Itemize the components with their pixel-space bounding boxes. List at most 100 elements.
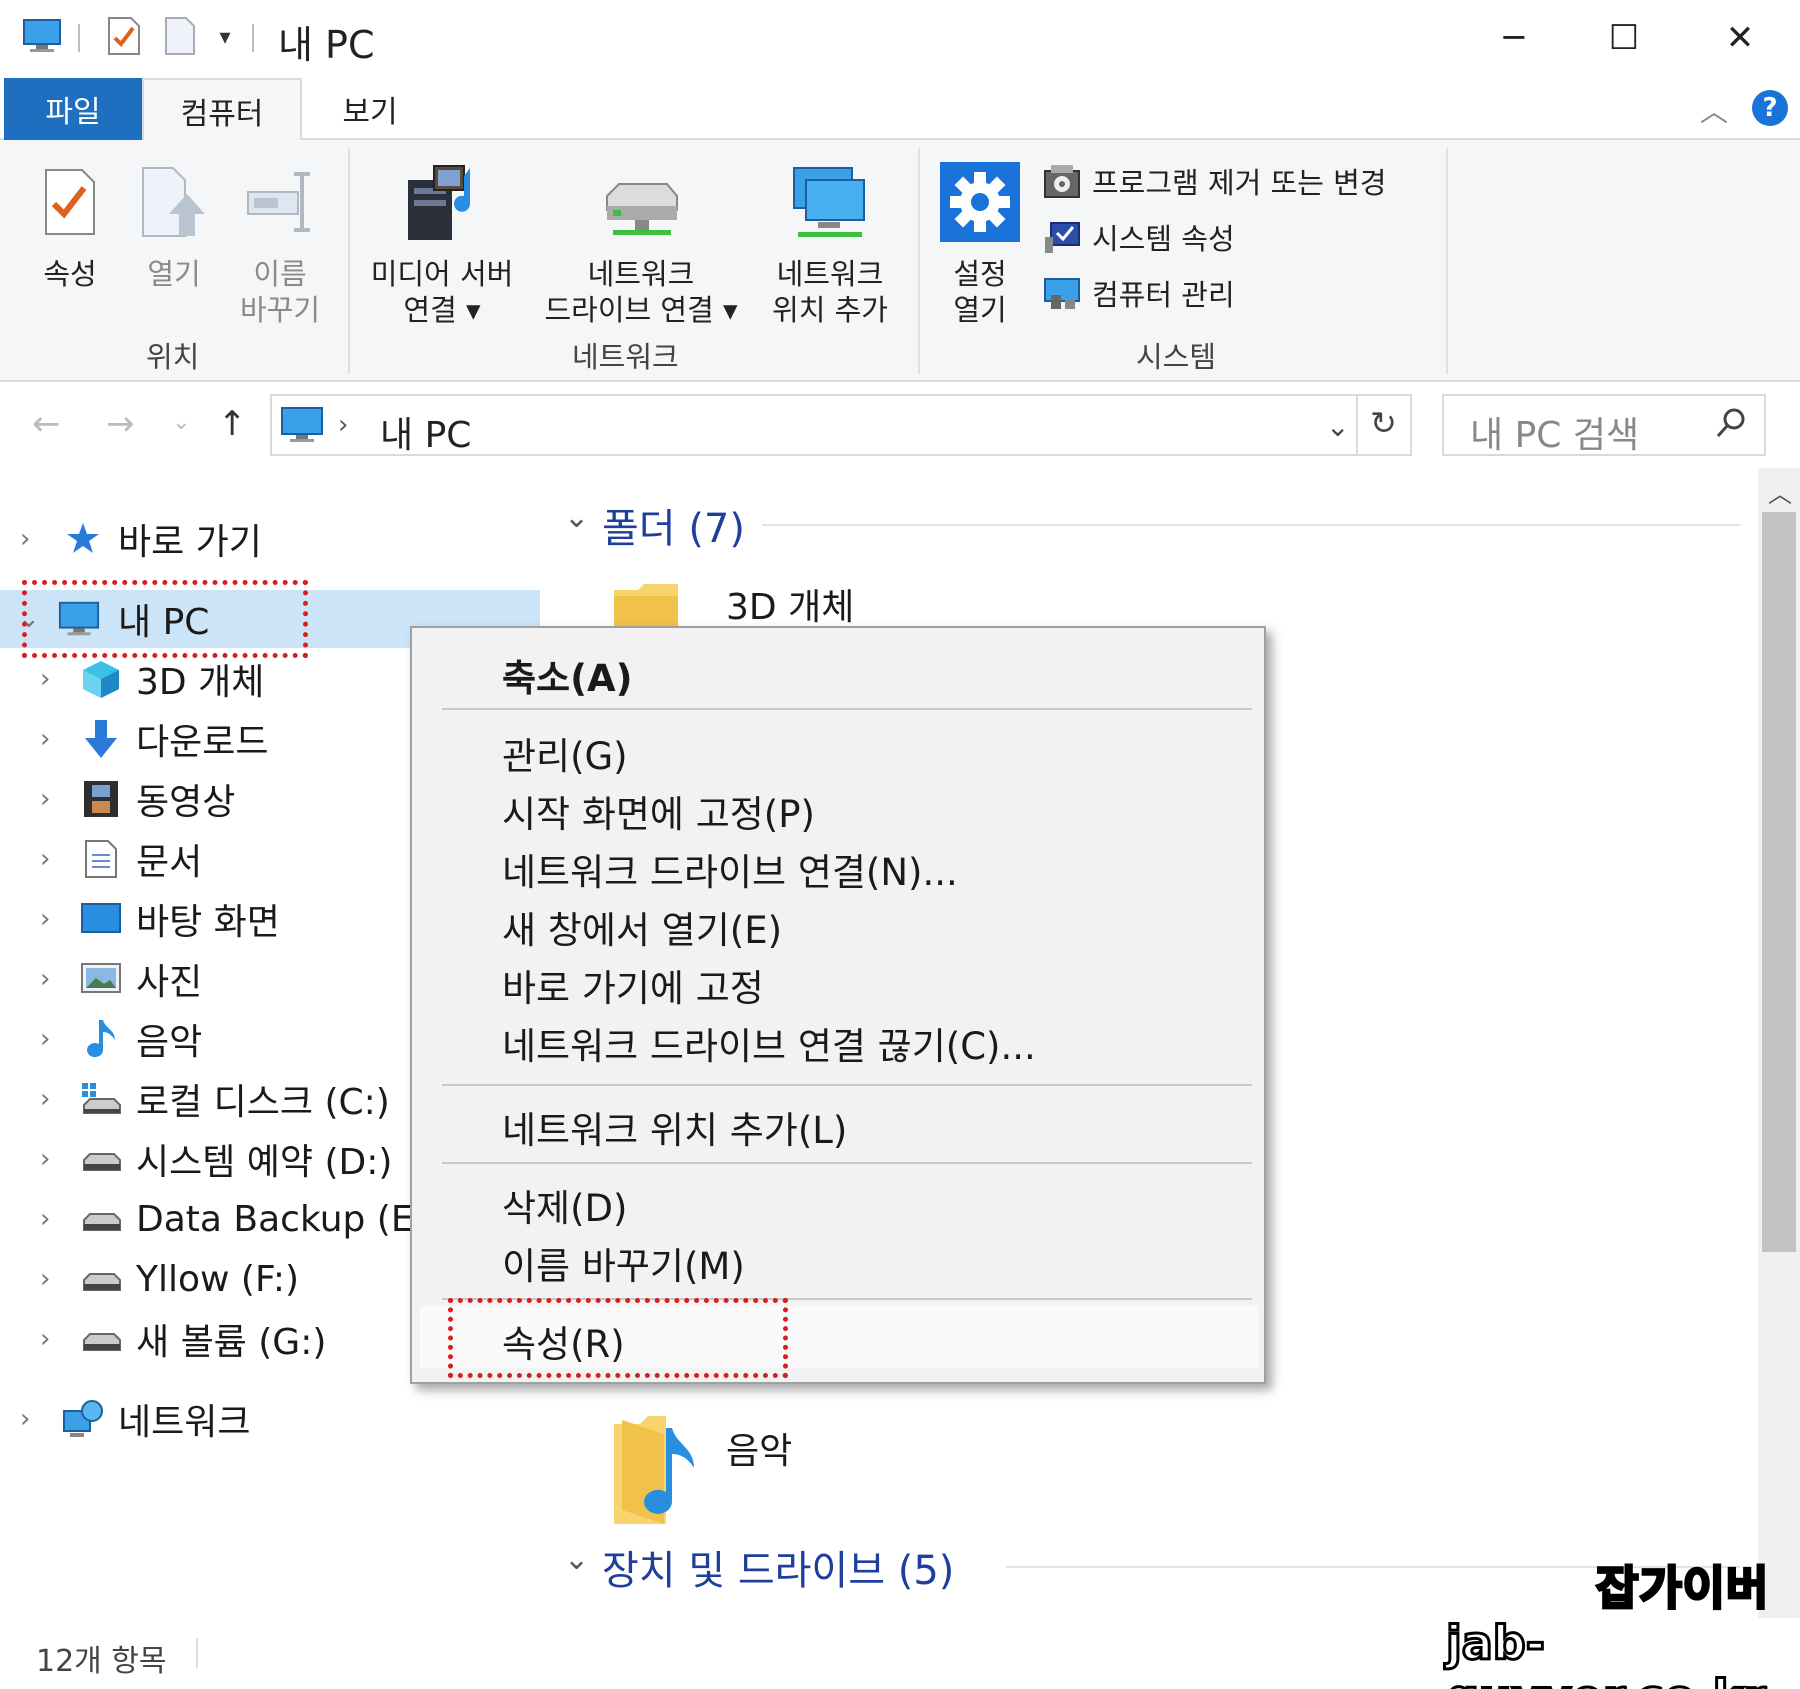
scroll-up-arrow-icon[interactable]: ︿ bbox=[1768, 474, 1792, 509]
context-menu: 축소(A) 관리(G) 시작 화면에 고정(P) 네트워크 드라이브 연결(N)… bbox=[410, 626, 1266, 1384]
toolbar-separator bbox=[78, 24, 80, 52]
menu-item-collapse[interactable]: 축소(A) bbox=[502, 648, 633, 702]
uninstall-program-button[interactable]: 프로그램 제거 또는 변경 bbox=[1042, 160, 1386, 202]
menu-item-rename[interactable]: 이름 바꾸기(M) bbox=[502, 1236, 745, 1290]
tab-file[interactable]: 파일 bbox=[4, 78, 142, 140]
computer-management-icon bbox=[1042, 275, 1082, 311]
menu-separator bbox=[442, 1084, 1252, 1086]
download-arrow-icon bbox=[80, 718, 122, 760]
nav-label: 사진 bbox=[136, 962, 203, 1003]
scrollbar-thumb[interactable] bbox=[1762, 512, 1796, 1252]
map-drive-label-text: 드라이브 연결 bbox=[544, 293, 714, 327]
open-settings-button[interactable]: 설정 열기 bbox=[938, 154, 1022, 328]
group-label-location: 위치 bbox=[146, 340, 200, 374]
menu-item-delete[interactable]: 삭제(D) bbox=[502, 1178, 627, 1232]
section-header-devices[interactable]: 장치 및 드라이브 (5) bbox=[602, 1538, 954, 1596]
maximize-button[interactable]: ☐ bbox=[1584, 10, 1664, 66]
section-header-folders[interactable]: 폴더 (7) bbox=[602, 496, 745, 554]
system-properties-button[interactable]: 시스템 속성 bbox=[1042, 216, 1235, 258]
expand-chevron-icon[interactable]: › bbox=[40, 904, 50, 934]
menu-separator bbox=[442, 1162, 1252, 1164]
address-dropdown-chevron-icon[interactable]: ⌄ bbox=[1326, 410, 1349, 443]
properties-check-icon[interactable] bbox=[104, 16, 144, 56]
music-note-icon bbox=[80, 1018, 122, 1060]
new-folder-icon[interactable] bbox=[160, 16, 200, 56]
group-label-system: 시스템 bbox=[1136, 340, 1217, 374]
nav-label: 동영상 bbox=[136, 782, 236, 823]
expand-chevron-icon[interactable]: › bbox=[40, 1084, 50, 1114]
folder-music-icon[interactable] bbox=[610, 1414, 710, 1530]
expand-chevron-icon[interactable]: › bbox=[40, 1264, 50, 1294]
help-icon[interactable]: ? bbox=[1752, 90, 1788, 126]
toolbar-separator bbox=[252, 24, 254, 52]
expand-chevron-icon[interactable]: › bbox=[40, 664, 50, 694]
settings-label-line1: 설정 bbox=[953, 257, 1007, 291]
search-icon[interactable] bbox=[1714, 406, 1748, 444]
expand-chevron-icon[interactable]: › bbox=[40, 784, 50, 814]
expand-chevron-icon[interactable]: › bbox=[20, 1404, 30, 1434]
group-divider bbox=[918, 148, 920, 374]
folder-label-3d[interactable]: 3D 개체 bbox=[726, 578, 854, 630]
folder-label-music[interactable]: 음악 bbox=[726, 1422, 792, 1474]
minimize-button[interactable]: ─ bbox=[1474, 10, 1554, 66]
refresh-icon[interactable]: ↻ bbox=[1370, 404, 1397, 442]
menu-item-disconnect-drive[interactable]: 네트워크 드라이브 연결 끊기(C)... bbox=[502, 1016, 1036, 1070]
close-button[interactable]: ✕ bbox=[1700, 10, 1780, 66]
computer-management-button[interactable]: 컴퓨터 관리 bbox=[1042, 272, 1235, 314]
vertical-scrollbar[interactable]: ︿ bbox=[1758, 468, 1800, 1618]
section-collapse-chevron-icon[interactable]: ⌄ bbox=[564, 1542, 589, 1577]
media-server-icon bbox=[400, 154, 484, 250]
computer-icon bbox=[20, 16, 64, 56]
nav-item-quick-access[interactable]: › 바로 가기 bbox=[0, 510, 540, 568]
rename-button[interactable]: 이름 바꾸기 bbox=[230, 154, 330, 328]
map-network-drive-button[interactable]: 네트워크 드라이브 연결 ▾ bbox=[536, 154, 746, 328]
open-button[interactable]: 열기 bbox=[134, 154, 214, 292]
customize-toolbar-dropdown-icon[interactable]: ▾ bbox=[210, 22, 240, 52]
media-server-button[interactable]: 미디어 서버 연결 ▾ bbox=[362, 154, 522, 328]
address-bar[interactable]: › 내 PC ⌄ ↻ bbox=[270, 394, 1412, 456]
expand-chevron-icon[interactable]: › bbox=[40, 964, 50, 994]
menu-item-pin-quick-access[interactable]: 바로 가기에 고정 bbox=[502, 958, 764, 1012]
nav-label: 시스템 예약 (D:) bbox=[136, 1142, 393, 1183]
tab-computer[interactable]: 컴퓨터 bbox=[142, 78, 302, 142]
drive-icon bbox=[80, 1258, 122, 1300]
address-path: 내 PC bbox=[380, 415, 472, 456]
menu-item-add-network-location[interactable]: 네트워크 위치 추가(L) bbox=[502, 1100, 847, 1154]
desktop-icon bbox=[80, 898, 122, 940]
tab-view[interactable]: 보기 bbox=[302, 78, 438, 140]
expand-chevron-icon[interactable]: › bbox=[40, 1204, 50, 1234]
expand-chevron-icon[interactable]: › bbox=[40, 724, 50, 754]
drive-icon bbox=[80, 1198, 122, 1240]
menu-item-pin-start[interactable]: 시작 화면에 고정(P) bbox=[502, 784, 815, 838]
back-arrow-icon[interactable]: ← bbox=[32, 404, 61, 444]
expand-chevron-icon[interactable]: › bbox=[40, 1024, 50, 1054]
forward-arrow-icon[interactable]: → bbox=[106, 404, 135, 444]
menu-item-map-drive[interactable]: 네트워크 드라이브 연결(N)... bbox=[502, 842, 958, 896]
collapse-ribbon-icon[interactable]: ︿ bbox=[1700, 90, 1728, 130]
program-box-icon bbox=[1042, 163, 1082, 199]
nav-item-network[interactable]: › 네트워크 bbox=[0, 1390, 540, 1448]
expand-chevron-icon[interactable]: › bbox=[40, 1324, 50, 1354]
menu-item-open-new-window[interactable]: 새 창에서 열기(E) bbox=[502, 900, 782, 954]
picture-icon bbox=[80, 958, 122, 1000]
expand-chevron-icon[interactable]: › bbox=[40, 1144, 50, 1174]
uninstall-label: 프로그램 제거 또는 변경 bbox=[1092, 166, 1387, 200]
up-arrow-icon[interactable]: ↑ bbox=[218, 404, 247, 444]
map-drive-label-line1: 네트워크 bbox=[587, 257, 695, 291]
rename-label-line2: 바꾸기 bbox=[239, 293, 321, 327]
properties-button[interactable]: 속성 bbox=[30, 154, 110, 292]
breadcrumb-chevron-icon[interactable]: › bbox=[338, 410, 348, 440]
expand-chevron-icon[interactable]: › bbox=[20, 524, 30, 554]
settings-label-line2: 열기 bbox=[953, 293, 1007, 327]
recent-locations-chevron-icon[interactable]: ⌄ bbox=[172, 410, 190, 435]
computer-icon bbox=[280, 406, 324, 448]
menu-item-manage[interactable]: 관리(G) bbox=[502, 726, 628, 780]
expand-chevron-icon[interactable]: › bbox=[40, 844, 50, 874]
add-network-location-button[interactable]: 네트워크 위치 추가 bbox=[760, 154, 900, 328]
highlight-box bbox=[448, 1298, 788, 1378]
title-bar: ▾ 내 PC ─ ☐ ✕ bbox=[0, 0, 1800, 78]
search-box[interactable]: 내 PC 검색 bbox=[1442, 394, 1766, 456]
nav-label: 3D 개체 bbox=[136, 662, 265, 703]
section-collapse-chevron-icon[interactable]: ⌄ bbox=[564, 500, 589, 535]
media-server-label-text: 연결 bbox=[403, 293, 457, 327]
